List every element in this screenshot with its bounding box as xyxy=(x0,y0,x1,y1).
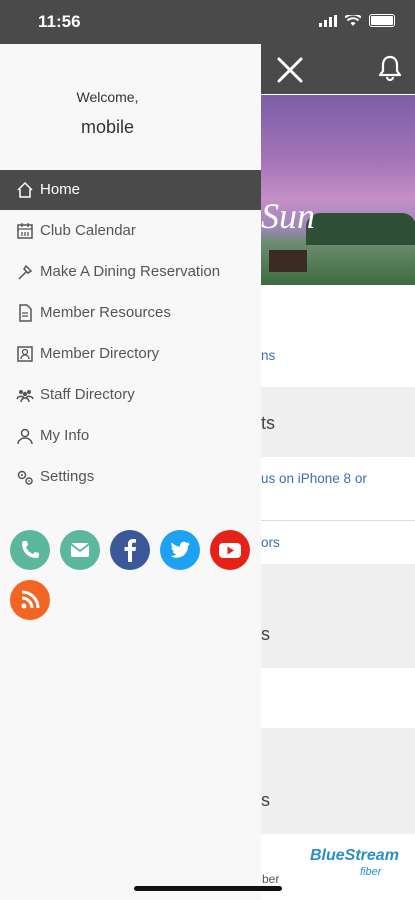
calendar-icon xyxy=(17,223,33,239)
bench xyxy=(269,250,307,272)
document-icon xyxy=(19,304,32,322)
hero-image: Sun xyxy=(261,95,415,285)
content-link[interactable]: ns xyxy=(261,348,275,363)
menu-label: Member Directory xyxy=(40,345,160,362)
phone-button[interactable] xyxy=(10,530,50,570)
section-header: ts xyxy=(261,387,415,457)
section-header: s xyxy=(261,728,415,834)
email-icon xyxy=(70,543,90,557)
menu-label: Home xyxy=(40,181,81,198)
facebook-icon xyxy=(124,539,136,562)
status-bar: 11:56 xyxy=(0,0,415,44)
utensils-icon xyxy=(18,264,33,280)
content-row[interactable]: ors xyxy=(261,520,415,565)
bell-icon[interactable] xyxy=(377,54,403,82)
menu-label: Settings xyxy=(40,468,95,485)
section-title: ts xyxy=(261,413,276,433)
footer-text: ber xyxy=(262,872,280,886)
person-icon xyxy=(17,428,33,445)
content-row[interactable]: us on iPhone 8 or xyxy=(261,457,415,519)
menu-label: My Info xyxy=(40,427,90,444)
menu-item-settings[interactable]: Settings xyxy=(0,457,261,497)
menu-item-my-info[interactable]: My Info xyxy=(0,416,261,456)
trees xyxy=(306,213,415,245)
close-icon[interactable] xyxy=(276,56,304,84)
gears-icon xyxy=(17,470,33,485)
welcome-text: Welcome, xyxy=(76,89,139,105)
signal-icon xyxy=(319,14,337,27)
home-indicator xyxy=(134,886,282,891)
content-row xyxy=(261,668,415,728)
youtube-button[interactable] xyxy=(210,530,250,570)
section-title: s xyxy=(261,624,270,644)
users-icon xyxy=(16,390,34,403)
menu-item-member-directory[interactable]: Member Directory xyxy=(0,334,261,374)
rss-icon xyxy=(21,590,40,609)
twitter-button[interactable] xyxy=(160,530,200,570)
twitter-icon xyxy=(170,541,190,558)
section-header: s xyxy=(261,564,415,668)
home-icon xyxy=(17,181,33,198)
menu-label: Member Resources xyxy=(40,304,171,321)
section-title: s xyxy=(261,790,270,810)
sponsor-logo[interactable]: BlueStream xyxy=(310,847,399,865)
menu-item-member-resources[interactable]: Member Resources xyxy=(0,293,261,333)
navigation-drawer: Welcome, mobile Home Club Calendar Make … xyxy=(0,44,261,900)
menu-item-staff-directory[interactable]: Staff Directory xyxy=(0,375,261,415)
youtube-icon xyxy=(219,543,241,558)
menu-item-club-calendar[interactable]: Club Calendar xyxy=(0,211,261,251)
username: mobile xyxy=(80,117,135,137)
content-link[interactable]: us on iPhone 8 or xyxy=(261,471,367,486)
menu-item-home[interactable]: Home xyxy=(0,170,261,210)
footer xyxy=(261,834,415,900)
menu-item-dining-reservation[interactable]: Make A Dining Reservation xyxy=(0,252,261,292)
menu-label: Club Calendar xyxy=(40,222,136,239)
status-icons xyxy=(319,14,395,27)
menu-label: Staff Directory xyxy=(40,386,135,403)
rss-button[interactable] xyxy=(10,580,50,620)
contact-card-icon xyxy=(17,346,33,362)
battery-icon xyxy=(369,14,395,27)
sponsor-logo-sub: fiber xyxy=(360,866,382,878)
phone-icon xyxy=(22,541,39,558)
hero-text: Sun xyxy=(261,196,315,236)
email-button[interactable] xyxy=(60,530,100,570)
status-time: 11:56 xyxy=(38,12,81,31)
menu-label: Make A Dining Reservation xyxy=(40,263,221,280)
wifi-icon xyxy=(345,14,361,26)
facebook-button[interactable] xyxy=(110,530,150,570)
content-row[interactable]: ns xyxy=(261,285,415,387)
content-link[interactable]: ors xyxy=(261,535,280,550)
